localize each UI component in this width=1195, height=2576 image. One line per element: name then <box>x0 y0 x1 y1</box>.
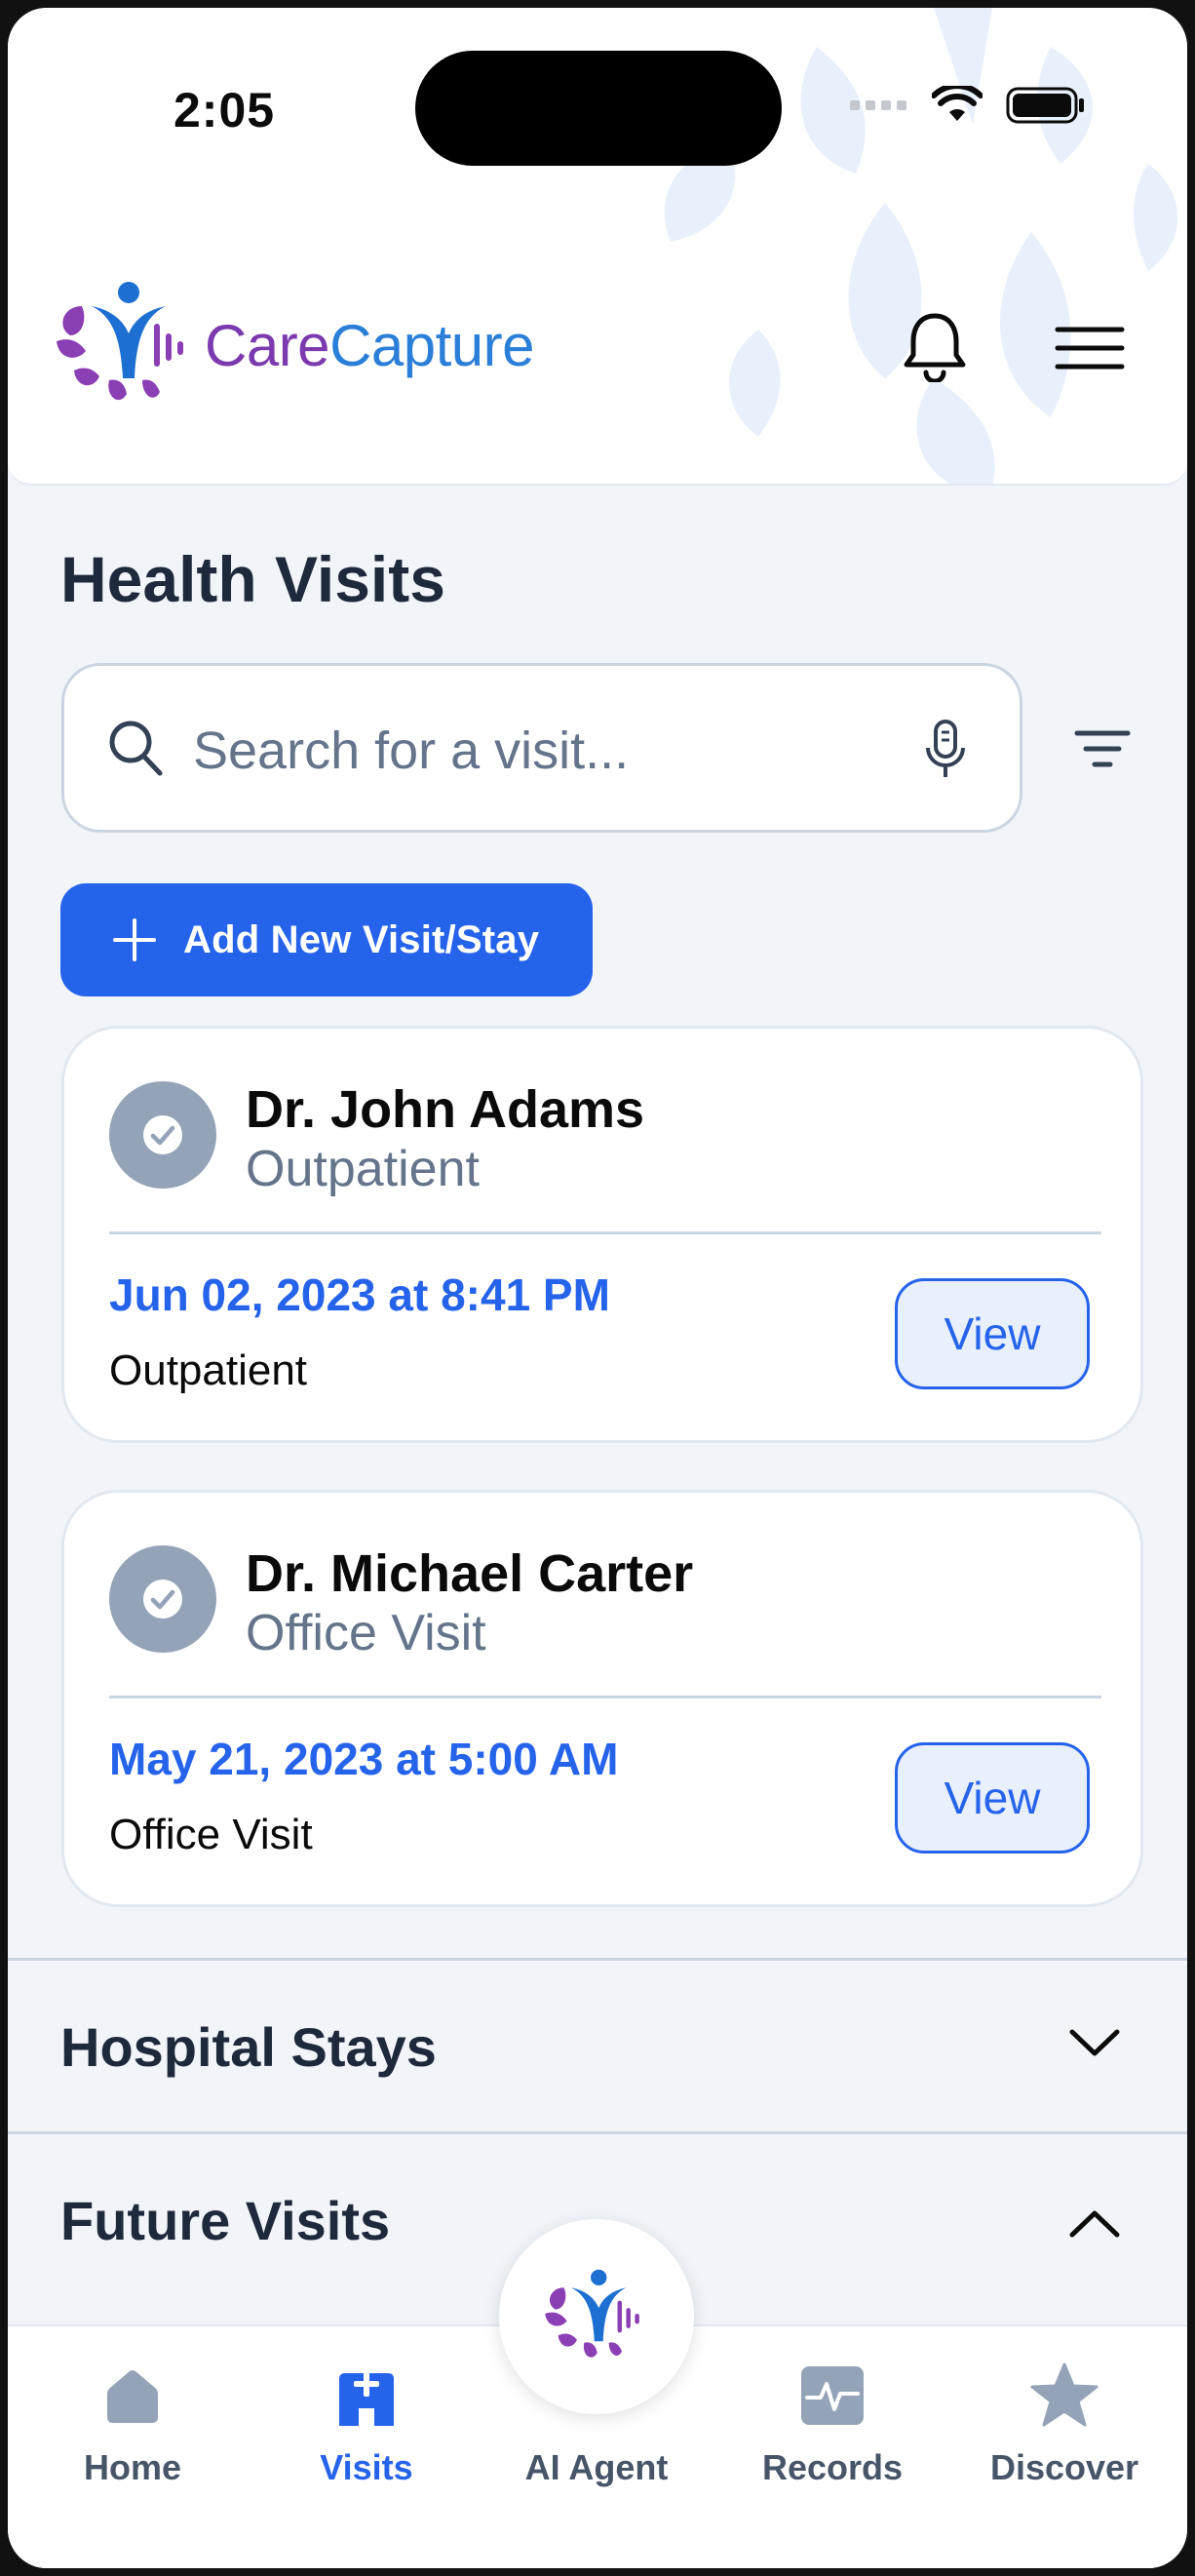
nav-item-records[interactable]: Records <box>735 2352 930 2488</box>
wifi-icon <box>932 86 983 121</box>
visit-status-avatar <box>109 1545 216 1653</box>
home-icon <box>107 2370 158 2423</box>
visit-status-avatar <box>109 1081 216 1189</box>
nav-label: Discover <box>989 2447 1139 2487</box>
ai-agent-logo-icon <box>545 2269 639 2358</box>
visit-card[interactable]: Dr. John Adams Outpatient Jun 02, 2023 a… <box>61 1026 1143 1443</box>
nav-label: AI Agent <box>524 2447 669 2487</box>
status-time: 2:05 <box>173 83 276 137</box>
add-new-visit-button[interactable]: Add New Visit/Stay <box>60 883 593 996</box>
section-title: Future Visits <box>60 2190 391 2251</box>
add-new-visit-label: Add New Visit/Stay <box>183 917 540 961</box>
phone-screen: 2:05 CareCapture Health Visits Search fo… <box>8 8 1187 2568</box>
search-placeholder: Search for a visit... <box>193 722 630 780</box>
search-input[interactable]: Search for a visit... <box>61 663 1022 833</box>
visit-type: Office Visit <box>246 1605 486 1661</box>
microphone-icon[interactable] <box>924 719 967 781</box>
nav-item-home[interactable]: Home <box>35 2352 230 2488</box>
visit-kind: Outpatient <box>109 1347 308 1394</box>
visit-card[interactable]: Dr. Michael Carter Office Visit May 21, … <box>61 1490 1143 1907</box>
section-title: Hospital Stays <box>60 2016 437 2078</box>
carecapture-logo[interactable]: CareCapture <box>53 277 535 413</box>
check-circle-icon <box>143 1115 182 1154</box>
battery-icon <box>1006 87 1084 124</box>
dynamic-island <box>415 51 782 166</box>
nav-label: Home <box>83 2447 182 2487</box>
section-hospital-stays[interactable]: Hospital Stays <box>8 1958 1187 2129</box>
search-icon <box>109 721 163 776</box>
nav-label: Records <box>761 2447 904 2487</box>
visit-datetime: May 21, 2023 at 5:00 AM <box>109 1734 619 1784</box>
doctor-name: Dr. John Adams <box>246 1080 645 1139</box>
filter-icon[interactable] <box>1074 729 1131 768</box>
logo-text-capture: Capture <box>329 312 535 378</box>
chevron-up-icon[interactable] <box>1068 2208 1121 2240</box>
logo-text-care: Care <box>205 312 330 378</box>
notification-bell-icon[interactable] <box>901 310 969 382</box>
hospital-icon <box>339 2371 394 2426</box>
ai-agent-button[interactable] <box>499 2219 694 2414</box>
card-divider <box>109 1696 1101 1698</box>
view-visit-button[interactable]: View <box>895 1278 1090 1389</box>
star-icon <box>1030 2362 1099 2427</box>
signal-icon <box>850 100 906 110</box>
logo-mark-icon <box>57 282 183 401</box>
chevron-down-icon[interactable] <box>1068 2027 1121 2058</box>
nav-label: Visits <box>320 2447 413 2487</box>
status-icons <box>850 86 1086 125</box>
activity-icon <box>801 2366 864 2425</box>
page-title: Health Visits <box>60 543 445 615</box>
visit-type: Outpatient <box>246 1141 480 1197</box>
check-circle-icon <box>143 1580 182 1619</box>
nav-item-visits[interactable]: Visits <box>269 2352 464 2488</box>
visit-datetime: Jun 02, 2023 at 8:41 PM <box>109 1269 610 1320</box>
hamburger-menu-icon[interactable] <box>1055 326 1125 371</box>
app-header: 2:05 CareCapture <box>8 8 1187 486</box>
card-divider <box>109 1231 1101 1234</box>
view-visit-button[interactable]: View <box>895 1742 1090 1854</box>
doctor-name: Dr. Michael Carter <box>246 1544 694 1603</box>
plus-icon <box>113 918 156 961</box>
nav-item-discover[interactable]: Discover <box>967 2352 1162 2488</box>
visit-kind: Office Visit <box>109 1811 313 1858</box>
